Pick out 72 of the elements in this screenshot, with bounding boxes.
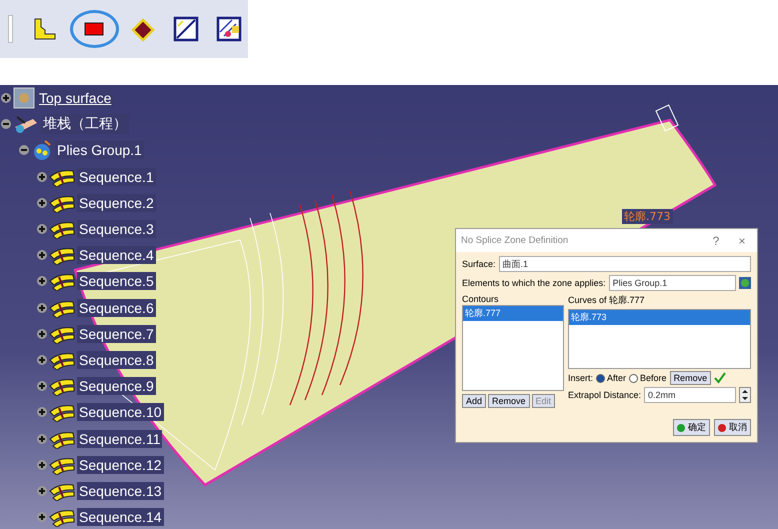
tree-item-label[interactable]: Sequence.14 <box>77 508 164 526</box>
curves-heading: Curves of 轮廓.777 <box>568 294 646 307</box>
expander-icon[interactable] <box>37 198 47 208</box>
layers-icon <box>49 271 75 292</box>
tree-item-label[interactable]: Sequence.13 <box>77 482 164 500</box>
hatched-square-icon <box>173 16 200 42</box>
checkmark-icon <box>714 372 726 384</box>
tree-item-label[interactable]: Sequence.3 <box>77 220 156 238</box>
expander-icon[interactable] <box>37 250 47 260</box>
ply-icon <box>32 16 58 42</box>
contour-action-button[interactable]: Remove <box>488 394 530 408</box>
tree-item-label[interactable]: Sequence.8 <box>77 350 156 369</box>
spinner-icon[interactable] <box>739 387 751 403</box>
expander-icon[interactable] <box>37 434 47 444</box>
ok-button[interactable]: 确定 <box>673 419 710 436</box>
extrapol-field[interactable]: 0.2mm <box>644 387 736 403</box>
tree-item-label[interactable]: Sequence.10 <box>77 403 164 422</box>
expander-icon[interactable] <box>37 302 47 313</box>
elements-label: Elements to which the zone applies: <box>462 278 606 288</box>
surface-field[interactable]: 曲面.1 <box>498 256 751 272</box>
layers-icon <box>49 376 75 396</box>
tree-item-label[interactable]: Sequence.7 <box>77 324 156 343</box>
expander-icon[interactable] <box>1 93 11 104</box>
contour-action-button[interactable]: Add <box>462 394 486 408</box>
expander-icon[interactable] <box>1 119 11 130</box>
surface-icon <box>13 87 35 110</box>
list-item[interactable]: 轮廓.777 <box>463 306 563 321</box>
insert-radio[interactable]: Before <box>629 373 667 383</box>
insert-label: Insert: <box>568 373 594 383</box>
expander-icon[interactable] <box>37 512 47 522</box>
list-item[interactable]: 轮廓.773 <box>569 310 750 325</box>
close-button[interactable]: × <box>731 234 753 248</box>
tree-item-label[interactable]: Sequence.2 <box>77 194 156 212</box>
tree-item-label[interactable]: Sequence.4 <box>77 246 156 264</box>
cancel-button[interactable]: 取消 <box>714 419 751 436</box>
tree-item-label[interactable]: 堆栈（工程） <box>41 114 129 134</box>
help-button[interactable]: ? <box>705 234 727 248</box>
tree-item-label[interactable]: Sequence.6 <box>77 298 156 317</box>
expander-icon[interactable] <box>37 276 47 286</box>
layers-icon <box>49 245 75 266</box>
tree-item-label[interactable]: Plies Group.1 <box>55 141 144 160</box>
corner-marker <box>655 104 679 132</box>
expander-icon[interactable] <box>37 354 47 365</box>
dialog-title: No Splice Zone Definition <box>461 235 570 246</box>
expander-icon[interactable] <box>37 407 47 418</box>
tree-item-label[interactable]: Sequence.1 <box>77 168 156 186</box>
diamond-icon <box>130 16 156 42</box>
tree-item-label[interactable]: Sequence.12 <box>77 456 164 474</box>
remove-curve-button[interactable]: Remove <box>670 371 712 385</box>
tree-item-label[interactable]: Top surface <box>37 89 114 108</box>
hatched-mesh-icon <box>216 16 242 42</box>
expander-icon[interactable] <box>37 381 47 392</box>
toolbar-grip[interactable] <box>8 15 13 43</box>
zone-tool-button[interactable] <box>70 10 119 48</box>
contours-heading: Contours <box>462 294 500 304</box>
expander-icon[interactable] <box>19 145 29 156</box>
expander-icon[interactable] <box>37 328 47 339</box>
insert-radio[interactable]: After <box>596 373 626 383</box>
tree-item-label[interactable]: Sequence.11 <box>77 430 162 448</box>
extrapol-label: Extrapol Distance: <box>568 390 642 400</box>
expander-icon[interactable] <box>37 486 47 496</box>
tree-item-label[interactable]: Sequence.5 <box>77 272 156 290</box>
curve-label: 轮廓.773 <box>622 209 672 224</box>
surface-label: Surface: <box>462 259 496 269</box>
layers-icon <box>49 219 75 240</box>
layers-icon <box>49 402 75 422</box>
tree-item-label[interactable]: Sequence.9 <box>77 377 156 396</box>
expander-icon[interactable] <box>37 460 47 470</box>
expander-icon[interactable] <box>37 224 47 234</box>
elements-field[interactable]: Plies Group.1 <box>608 275 736 291</box>
layers-icon <box>49 507 75 528</box>
expander-icon[interactable] <box>37 172 47 182</box>
